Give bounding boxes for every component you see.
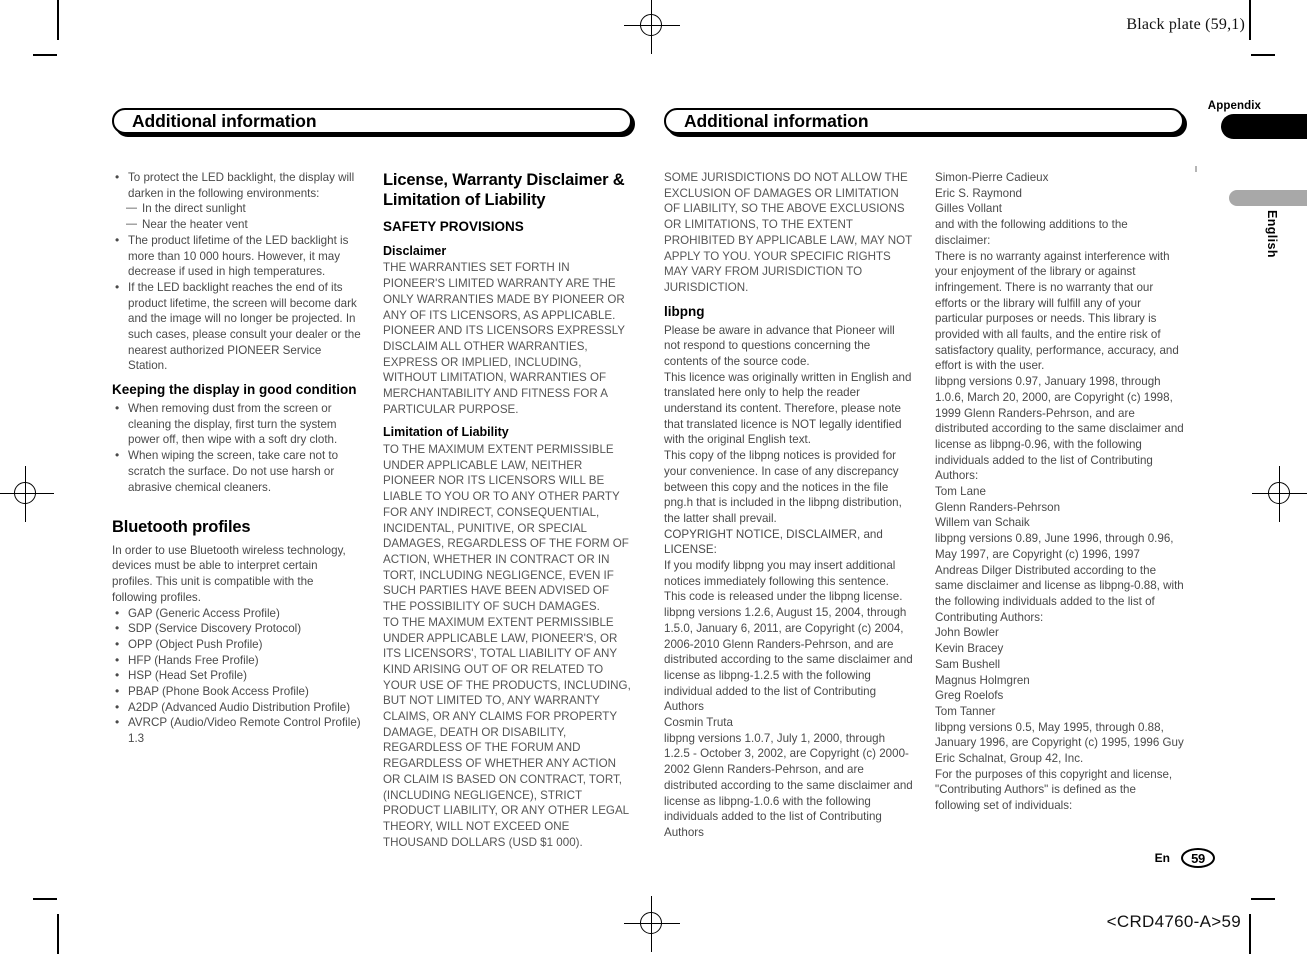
libpng-paragraph: COPYRIGHT NOTICE, DISCLAIMER, and LICENS… [664,527,883,557]
appendix-tab-label: Appendix [1207,100,1261,112]
left-page-column-2: License, Warranty Disclaimer & Limitatio… [383,170,632,850]
limitation-of-liability-heading: Limitation of Liability [383,425,509,440]
bluetooth-intro-paragraph: In order to use Bluetooth wireless techn… [112,543,346,604]
contributor-paragraph: Glenn Randers-Pehrson [935,500,1061,514]
disclaimer-heading: Disclaimer [383,243,447,258]
appendix-thumb-tab [1221,114,1307,139]
contributor-paragraph: For the purposes of this copyright and l… [935,767,1173,813]
list-item: When wiping the screen, take care not to… [112,447,361,495]
language-thumb-tab [1229,190,1307,206]
page-title: Additional information [684,111,869,131]
right-page: Additional information SOME JURISDICTION… [664,108,1184,850]
contributor-paragraph: Gilles Vollant [935,202,1003,216]
left-page-header: Additional information [112,108,632,136]
right-page-column-1: SOME JURISDICTIONS DO NOT ALLOW THE EXCL… [664,170,913,841]
contributor-paragraph: libpng versions 0.5, May 1995, through 0… [935,720,1184,766]
crop-mark-top-left-horizontal [33,54,57,56]
list-item: In the direct sunlight [112,201,361,217]
libpng-paragraph: libpng versions 1.2.6, August 15, 2004, … [664,606,913,714]
libpng-paragraph: If you modify libpng you may insert addi… [664,559,896,588]
folio-language-code: En [1154,851,1170,865]
contributor-paragraph: Greg Roelofs [935,689,1004,703]
libpng-paragraph: Cosmin Truta [664,716,733,730]
contributor-paragraph: Magnus Holmgren [935,673,1030,687]
crop-mark-bottom-left-vertical [57,914,59,954]
language-tab-label: English [1265,210,1279,258]
registration-mark-left [0,466,54,522]
crop-mark-top-right-horizontal [1251,54,1275,56]
list-item: HFP (Hands Free Profile) [112,652,361,669]
disclaimer-paragraph: THE WARRANTIES SET FORTH IN PIONEER'S LI… [383,261,625,416]
list-item: AVRCP (Audio/Video Remote Control Profil… [112,714,361,746]
limitation-paragraph-2: TO THE MAXIMUM EXTENT PERMISSIBLE UNDER … [383,615,631,849]
crop-mark-top-left-vertical [57,0,59,40]
contributor-paragraph: Willem van Schaik [935,516,1030,530]
jurisdiction-paragraph: SOME JURISDICTIONS DO NOT ALLOW THE EXCL… [664,171,913,294]
crop-mark-bottom-right-horizontal [1251,898,1275,900]
libpng-paragraph: This code is released under the libpng l… [664,590,903,604]
led-backlight-bullet-list: To protect the LED backlight, the displa… [112,169,361,374]
contributor-paragraph: Kevin Bracey [935,642,1004,656]
list-item: PBAP (Phone Book Access Profile) [112,683,361,700]
page-spread: Additional information To protect the LE… [112,108,1197,888]
contributor-paragraph: Tom Lane [935,485,986,499]
libpng-paragraph: libpng versions 1.0.7, July 1, 2000, thr… [664,731,913,839]
list-item: If the LED backlight reaches the end of … [112,279,361,374]
right-page-header: Additional information [664,108,1184,136]
list-item: The product lifetime of the LED backligh… [112,232,361,280]
contributor-paragraph: Simon-Pierre Cadieux [935,171,1049,184]
plate-slug: Black plate (59,1) [1126,16,1245,33]
contributor-paragraph: Tom Tanner [935,704,996,718]
contributor-paragraph: There is no warranty against interferenc… [935,249,1179,373]
contributor-paragraph: libpng versions 0.97, January 1998, thro… [935,375,1184,483]
folio: En 59 [1155,848,1215,868]
list-item: OPP (Object Push Profile) [112,636,361,653]
crop-mark-top-right-vertical [1249,0,1251,40]
crop-mark-bottom-right-vertical [1249,914,1251,954]
contributor-paragraph: libpng versions 0.89, June 1996, through… [935,532,1184,624]
contributor-paragraph: John Bowler [935,626,999,640]
list-item: A2DP (Advanced Audio Distribution Profil… [112,699,361,716]
libpng-paragraph: This copy of the libpng notices is provi… [664,449,902,525]
keeping-display-heading: Keeping the display in good condition [112,382,357,398]
limitation-paragraph-1: TO THE MAXIMUM EXTENT PERMISSIBLE UNDER … [383,443,629,614]
list-item: SDP (Service Discovery Protocol) [112,620,361,637]
left-page: Additional information To protect the LE… [112,108,632,850]
right-page-column-2: Simon-Pierre Cadieux Eric S. Raymond Gil… [935,170,1184,841]
contributor-paragraph: and with the following additions to the … [935,218,1128,247]
contributor-paragraph: Eric S. Raymond [935,186,1022,200]
libpng-heading: libpng [664,303,705,319]
list-item: Near the heater vent [112,217,361,233]
libpng-paragraph: Please be aware in advance that Pioneer … [664,323,895,368]
list-item: To protect the LED backlight, the displa… [112,169,361,201]
registration-mark-right [1252,466,1307,522]
list-item: When removing dust from the screen or cl… [112,400,361,448]
bluetooth-profile-list: GAP (Generic Access Profile) SDP (Servic… [112,605,361,747]
contributor-paragraph: Sam Bushell [935,657,1001,671]
libpng-paragraph: This licence was originally written in E… [664,370,912,447]
left-page-column-1: To protect the LED backlight, the displa… [112,169,361,850]
crop-mark-bottom-left-horizontal [33,898,57,900]
registration-mark-bottom [624,896,680,952]
bluetooth-profiles-heading: Bluetooth profiles [112,518,251,537]
page-number-badge: 59 [1181,848,1215,868]
list-item: HSP (Head Set Profile) [112,667,361,684]
safety-provisions-heading: SAFETY PROVISIONS [383,218,524,234]
registration-mark-top [624,0,680,54]
license-warranty-heading: License, Warranty Disclaimer & Limitatio… [383,171,625,210]
list-item: GAP (Generic Access Profile) [112,605,361,622]
keeping-display-bullet-list: When removing dust from the screen or cl… [112,400,361,495]
page-title: Additional information [132,111,317,131]
document-code: <CRD4760-A>59 [1106,912,1241,931]
